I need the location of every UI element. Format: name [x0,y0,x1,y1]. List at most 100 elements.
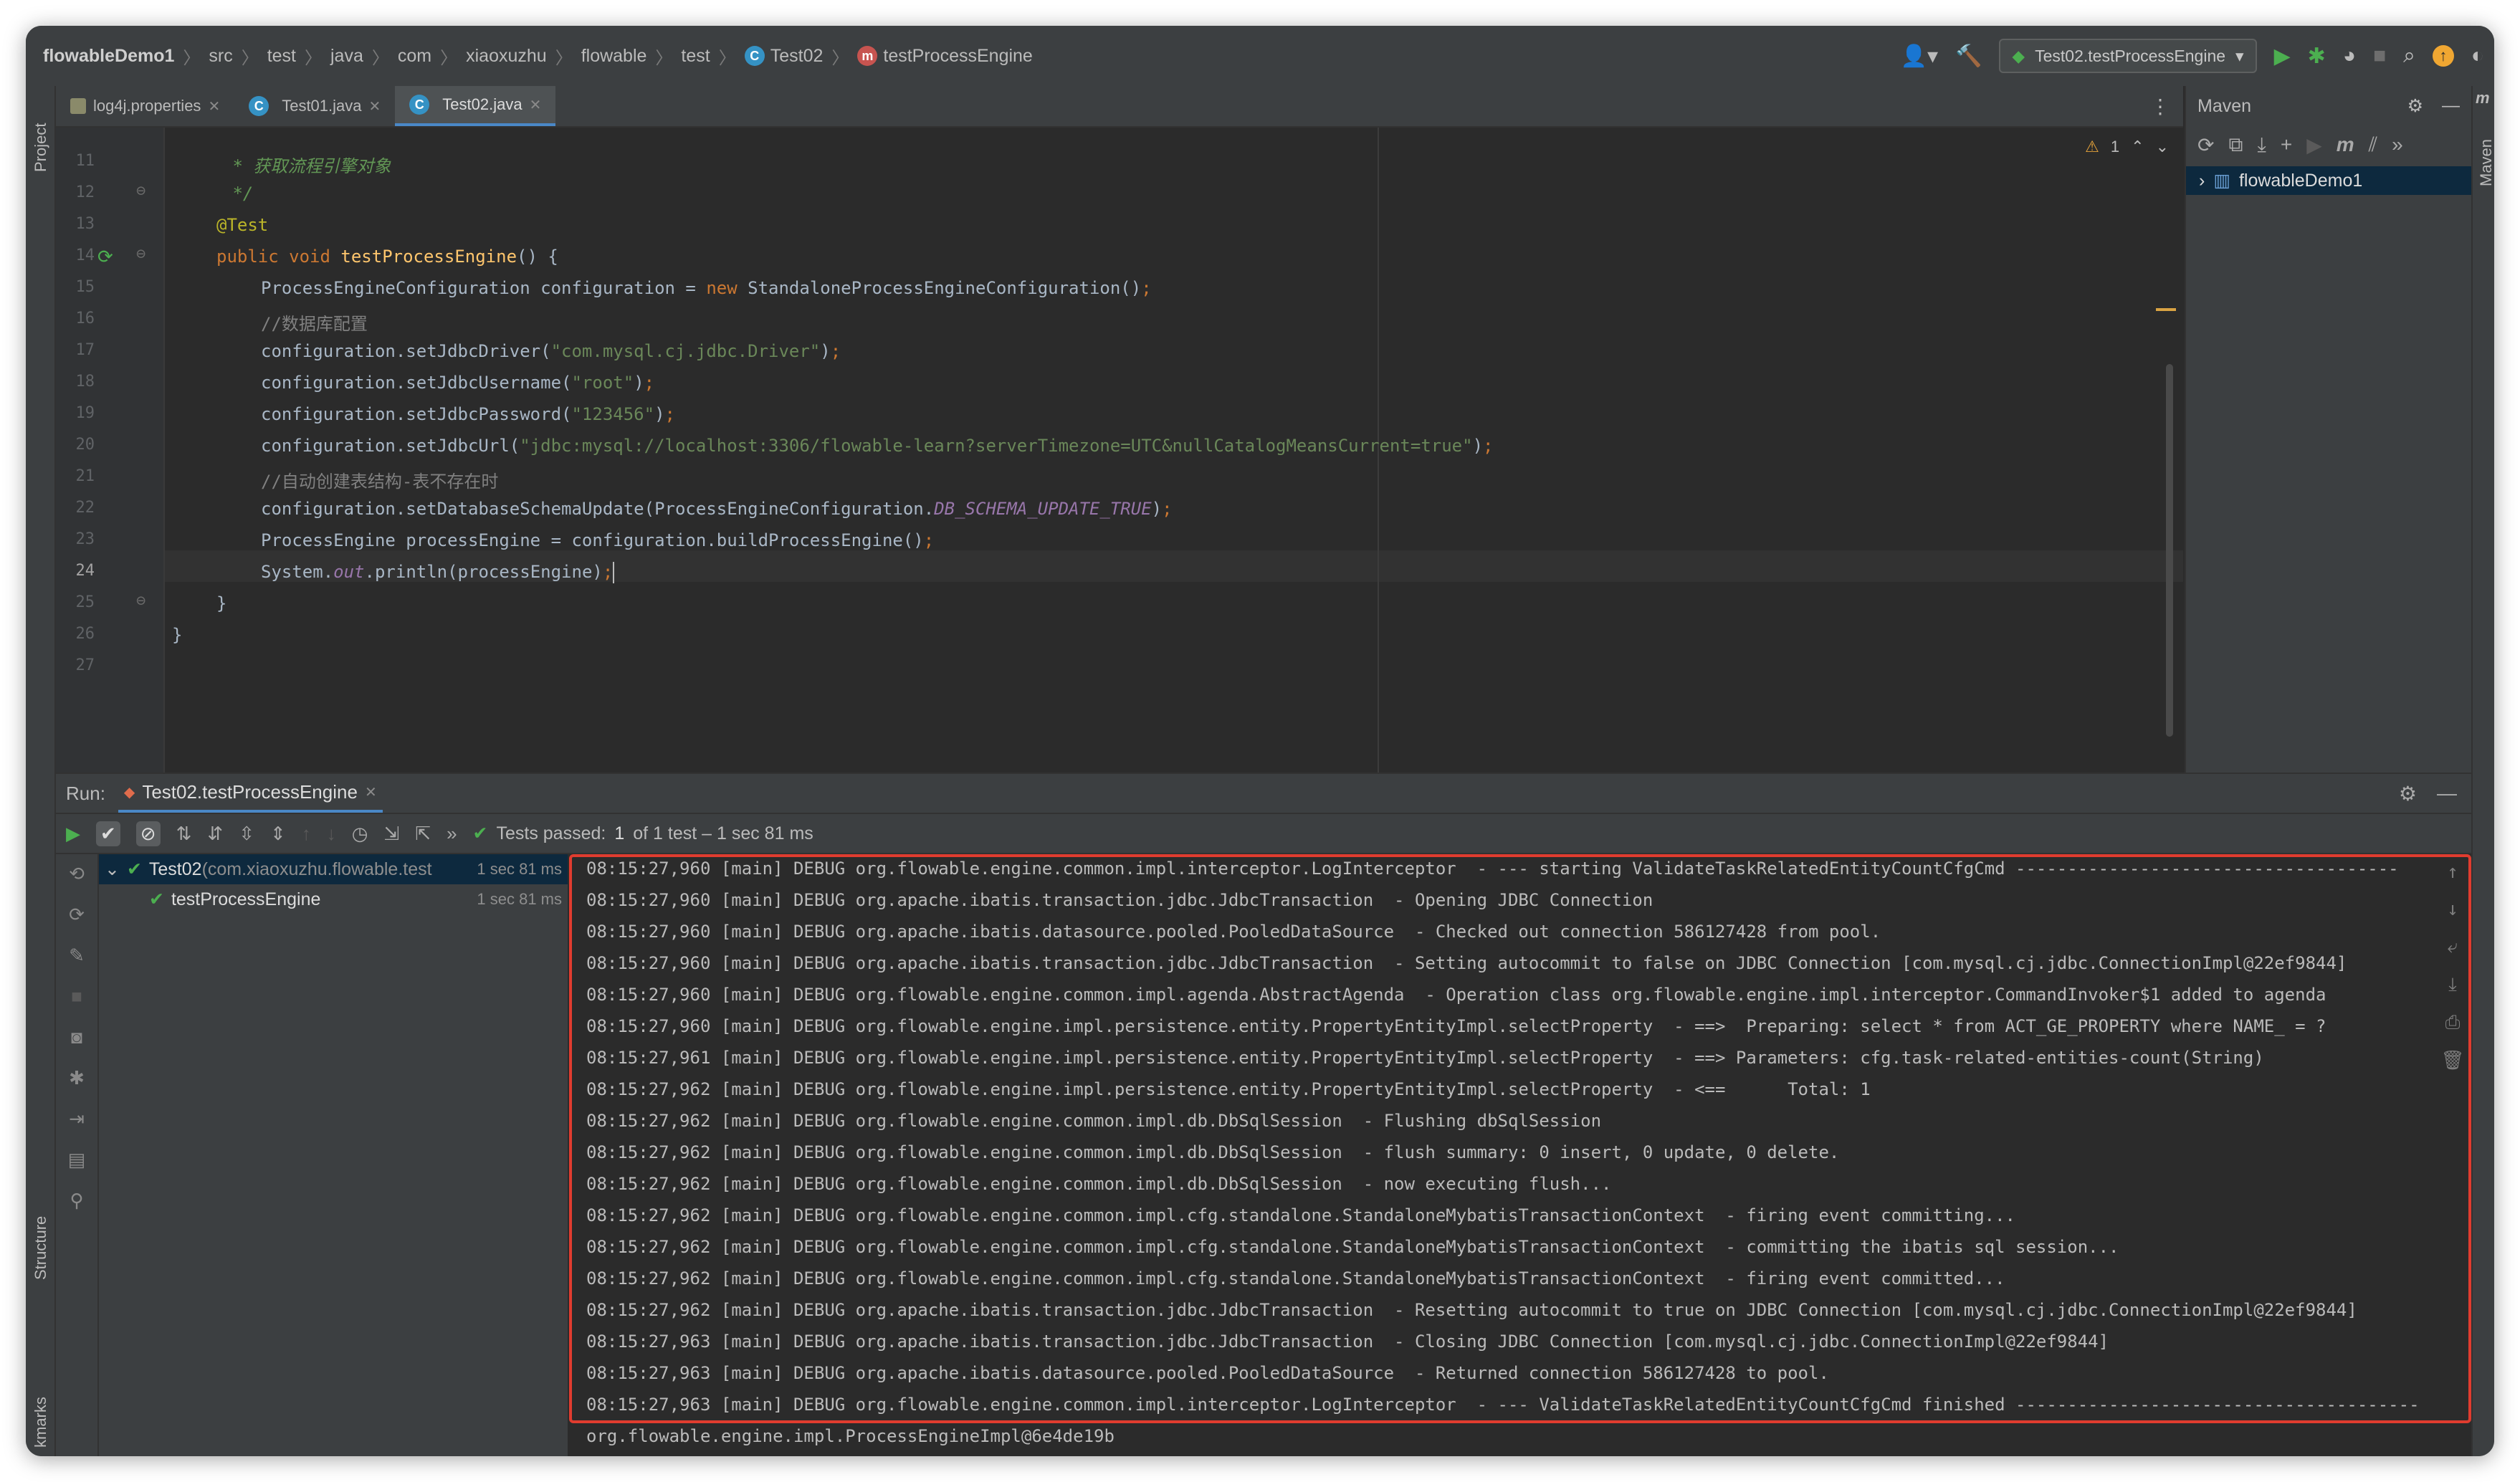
breadcrumb-flowable[interactable]: flowable [581,46,647,67]
scroll-up-icon[interactable]: ↑ [2447,861,2458,883]
structure-tool-tab[interactable]: Structure [32,1216,50,1280]
bookmarks-tool-tab[interactable]: kmarks [32,1397,50,1448]
tab-test02-java[interactable]: C Test02.java ✕ [395,86,556,126]
gear-icon[interactable]: ⚙ [2407,95,2423,117]
breadcrumb-test-package[interactable]: test [681,46,710,67]
layout-icon[interactable]: ▤ [68,1149,86,1171]
breadcrumb-src[interactable]: src [209,46,232,67]
test-tree-row[interactable]: ✔ testProcessEngine 1 sec 81 ms [99,884,568,914]
close-icon[interactable]: ✕ [530,96,542,114]
plugin-icon[interactable]: ◐ [2471,44,2484,68]
build-hammer-icon[interactable]: 🔨 [1955,44,1982,69]
collapse-all-icon[interactable]: ⇕ [270,823,286,845]
run-tab[interactable]: ◆ Test02.testProcessEngine ✕ [118,774,383,813]
line-number: 18 [75,373,95,391]
import-tests-icon[interactable]: ⇲ [383,823,399,845]
more-icon[interactable]: » [2392,133,2403,156]
breadcrumb-test[interactable]: test [267,46,296,67]
expand-all-icon[interactable]: ⇳ [239,823,254,845]
more-icon[interactable]: » [447,823,457,845]
fold-icon[interactable]: ⊖ [136,182,145,200]
breadcrumb-java[interactable]: java [330,46,363,67]
fold-icon[interactable]: ⊖ [136,592,145,610]
line-number: 11 [75,152,95,170]
close-icon[interactable]: ✕ [369,97,381,115]
maven-project-item[interactable]: › ▥ flowableDemo1 [2186,166,2471,195]
add-icon[interactable]: + [2281,133,2292,156]
export-tests-icon[interactable]: ⇱ [415,823,431,845]
minimize-icon[interactable]: — [2437,782,2457,805]
previous-test-icon[interactable]: ↑ [302,823,311,845]
toggle-auto-test-icon[interactable]: ⟳ [69,904,85,926]
run-configuration-select[interactable]: ◆ Test02.testProcessEngine ▾ [1999,39,2257,73]
reload-folders-icon[interactable]: ⧉ [2228,133,2243,157]
close-icon[interactable]: ✕ [365,783,377,801]
breadcrumb-com[interactable]: com [398,46,431,67]
download-icon[interactable]: ⤓ [2257,133,2266,157]
update-icon[interactable]: ↑ [2432,45,2454,67]
breadcrumb-xiaoxuzhu[interactable]: xiaoxuzhu [466,46,547,67]
breadcrumb-project[interactable]: flowableDemo1 [43,46,174,67]
minimize-icon[interactable]: — [2442,95,2460,117]
run-icon[interactable]: ▶ [2274,44,2291,69]
wrench-icon[interactable]: ✎ [69,945,85,967]
chevron-down-icon[interactable]: ⌄ [105,859,120,880]
camera-icon[interactable]: ◙ [71,1026,82,1048]
console-output[interactable]: 08:15:27,960 [main] DEBUG org.flowable.e… [569,854,2471,1456]
run-icon[interactable]: ▶ [2306,133,2322,157]
next-test-icon[interactable]: ↓ [327,823,336,845]
maven-goal-icon[interactable]: m [2337,133,2354,156]
stop-icon[interactable]: ■ [2373,44,2386,68]
fold-icon[interactable]: ⊖ [136,245,145,263]
warning-stripe-mark[interactable] [2156,308,2176,311]
history-icon[interactable]: ◷ [352,823,368,845]
search-icon[interactable]: ⌕ [2403,44,2415,68]
close-icon[interactable]: ✕ [208,97,220,115]
chevron-down-icon[interactable]: ⌄ [2156,138,2169,156]
debug-icon[interactable]: ✱ [69,1067,85,1089]
line-number: 22 [75,499,95,517]
inspection-widget[interactable]: ⚠ 1 ⌃ ⌄ [2085,138,2169,156]
scroll-to-end-icon[interactable]: ⤓ [2448,974,2457,996]
reload-icon[interactable]: ⟳ [2197,133,2214,157]
run-test-gutter-icon[interactable]: ⟳ [97,247,113,268]
sort-duration-icon[interactable]: ⇵ [207,823,223,845]
user-icon[interactable]: 👤▾ [1901,44,1938,69]
breadcrumb-method[interactable]: testProcessEngine [883,46,1032,67]
tab-test01-java[interactable]: C Test01.java ✕ [234,86,395,126]
pin-icon[interactable]: ⚲ [70,1190,83,1212]
editor-scrollbar[interactable] [2166,364,2173,737]
test-tree-row[interactable]: ⌄ ✔ Test02 (com.xiaoxuzhu.flowable.test … [99,854,568,884]
trash-icon[interactable]: 🗑 [2440,1050,2464,1071]
stop-icon[interactable]: ■ [71,985,82,1008]
line-number: 21 [75,467,95,485]
properties-file-icon [70,98,86,114]
more-tabs-icon[interactable]: ⋮ [2150,86,2183,126]
print-icon[interactable]: ⎙ [2445,1012,2461,1034]
coverage-icon[interactable]: ◕ [2343,44,2356,68]
run-header-actions: ⚙ — [2399,774,2457,813]
debug-icon[interactable]: ✱ [2308,44,2326,69]
code-editor[interactable]: 11 12 13 14 15 16 17 18 19 20 21 22 23 2… [56,128,2183,773]
tests-passed-label: Tests passed: [496,823,606,843]
chevron-right-icon[interactable]: › [2199,171,2205,191]
show-ignored-icon[interactable]: ⊘ [135,821,161,846]
maven-tool-tab[interactable]: Maven [2477,139,2494,186]
run-tab-label: Test02.testProcessEngine [142,780,358,803]
chevron-up-icon[interactable]: ⌃ [2131,138,2144,156]
exit-icon[interactable]: ⇥ [69,1108,85,1130]
toggle-offline-icon[interactable]: ⫽ [2369,133,2378,157]
test-duration: 1 sec 81 ms [472,860,562,879]
tab-log4j-properties[interactable]: log4j.properties ✕ [56,86,234,126]
maven-strip-icon[interactable]: m [2476,89,2490,107]
rerun-icon[interactable]: ▶ [66,823,80,845]
line-number: 19 [75,404,95,422]
sort-alpha-icon[interactable]: ⇅ [176,823,192,845]
scroll-down-icon[interactable]: ↓ [2447,899,2458,920]
breadcrumb-class[interactable]: Test02 [770,46,824,67]
gear-icon[interactable]: ⚙ [2399,782,2417,805]
soft-wrap-icon[interactable]: ⤶ [2448,936,2458,958]
show-passed-icon[interactable]: ✔ [96,821,120,846]
project-tool-tab[interactable]: Project [32,123,50,172]
rerun-failed-icon[interactable]: ⟲ [69,863,85,885]
